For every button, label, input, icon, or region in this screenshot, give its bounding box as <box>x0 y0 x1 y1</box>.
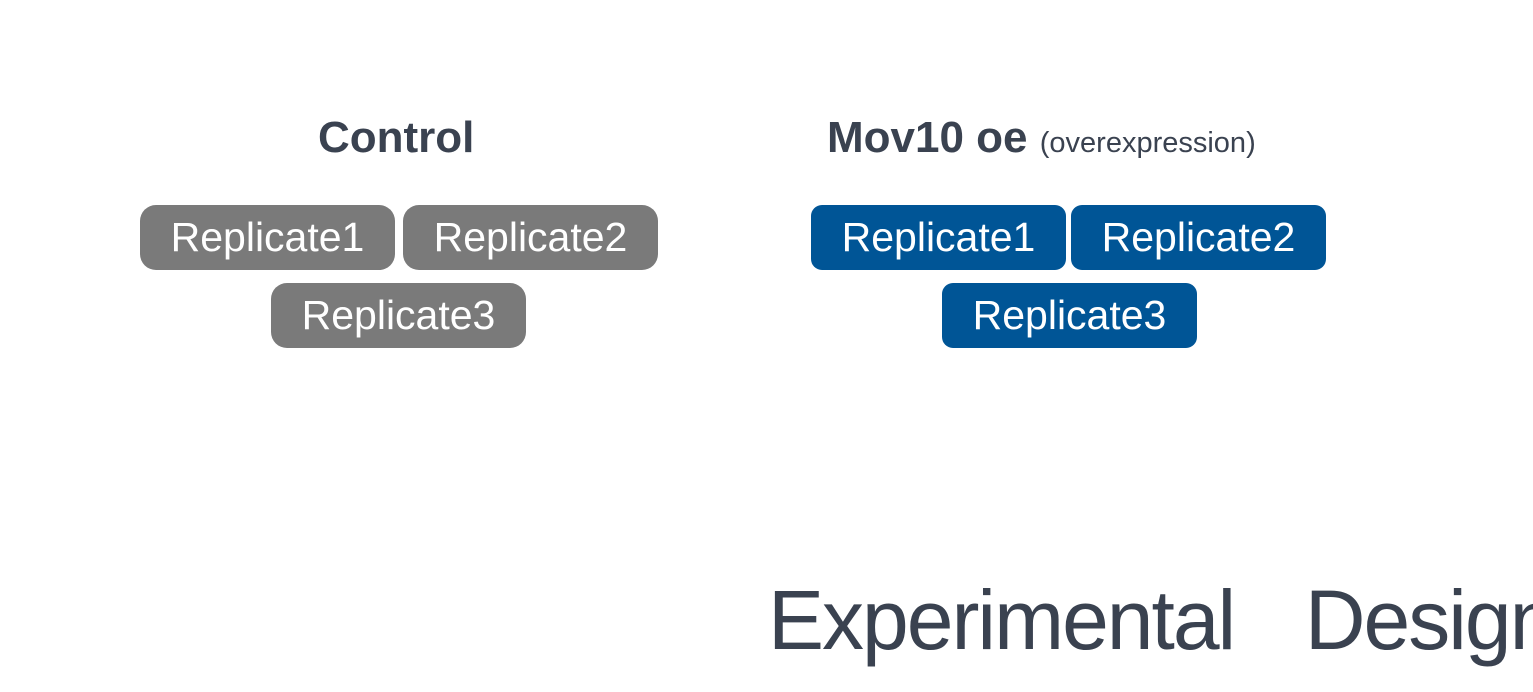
control-replicate-3: Replicate3 <box>271 283 526 348</box>
treatment-replicate-3: Replicate3 <box>942 283 1197 348</box>
control-replicate-2: Replicate2 <box>403 205 658 270</box>
treatment-replicate-1: Replicate1 <box>811 205 1066 270</box>
slide-title: Experimental Design <box>768 573 1533 667</box>
treatment-title: Mov10 oe <box>827 113 1028 162</box>
control-group-title: Control <box>318 113 475 162</box>
control-replicate-1: Replicate1 <box>140 205 395 270</box>
treatment-subtitle: (overexpression) <box>1039 127 1256 159</box>
treatment-replicate-2: Replicate2 <box>1071 205 1326 270</box>
treatment-group-title: Mov10 oe (overexpression) <box>827 116 1256 160</box>
